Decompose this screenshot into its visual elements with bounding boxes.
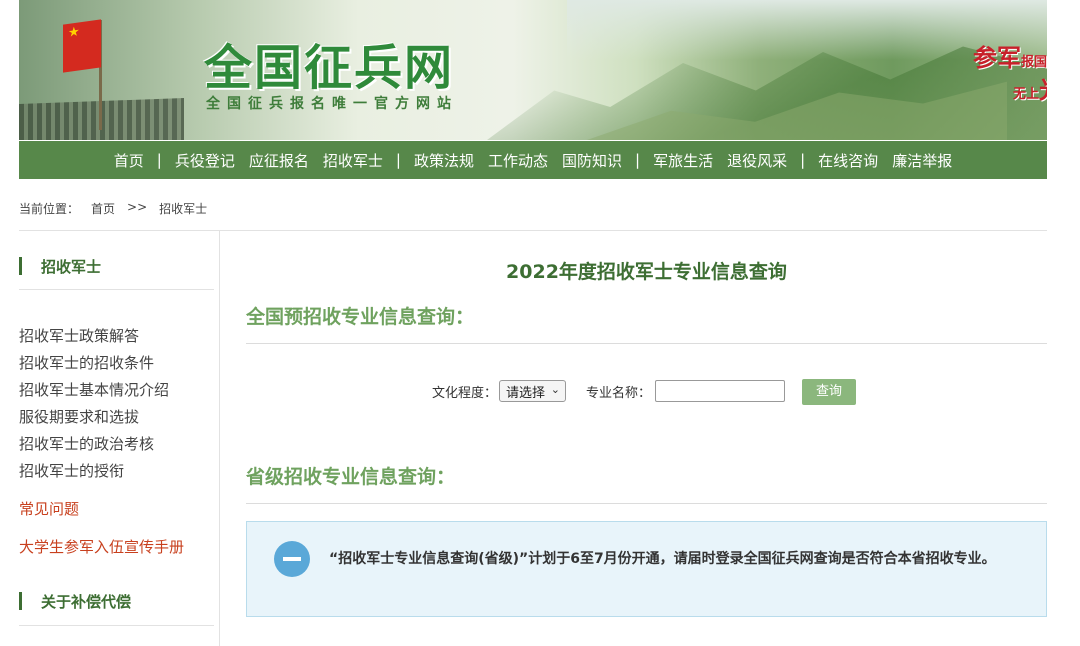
section-title-provincial: 省级招收专业信息查询： [246, 466, 456, 488]
nav-separator: | [800, 151, 806, 169]
nav-item-policy[interactable]: 政策法规 [407, 150, 481, 171]
nav-item-news[interactable]: 工作动态 [481, 150, 555, 171]
sidebar-item-policy-faq[interactable]: 招收军士政策解答 [19, 323, 169, 350]
breadcrumb-arrow: >> [127, 200, 148, 214]
nav-item-military-life[interactable]: 军旅生活 [646, 150, 720, 171]
section-title-national: 全国预招收专业信息查询： [246, 306, 475, 328]
chevron-down-icon: ⌄ [550, 383, 561, 396]
slogan-part1: 参军 [973, 43, 1021, 72]
nav-separator: | [156, 151, 162, 169]
sidebar-item-student-handbook[interactable]: 大学生参军入伍宣传手册 [19, 536, 184, 557]
sidebar-link-list: 招收军士政策解答 招收军士的招收条件 招收军士基本情况介绍 服役期要求和选拔 招… [19, 323, 169, 485]
major-label: 专业名称： [586, 385, 652, 401]
slogan-part3: 无上 [1013, 87, 1040, 102]
nav-separator: | [395, 151, 401, 169]
sidebar-item-faq[interactable]: 常见问题 [19, 498, 79, 519]
nav-item-report[interactable]: 廉洁举报 [885, 150, 959, 171]
slogan-part4: 光荣 [1039, 75, 1047, 104]
sidebar-item-intro[interactable]: 招收军士基本情况介绍 [19, 377, 169, 404]
nav-item-registration[interactable]: 兵役登记 [168, 150, 242, 171]
star-icon: ★ [68, 24, 80, 41]
main-nav: 首页 | 兵役登记 应征报名 招收军士 | 政策法规 工作动态 国防知识 | 军… [19, 141, 1047, 179]
nav-item-apply[interactable]: 应征报名 [242, 150, 316, 171]
sidebar-item-rank[interactable]: 招收军士的授衔 [19, 458, 169, 485]
sidebar: 招收军士 招收军士政策解答 招收军士的招收条件 招收军士基本情况介绍 服役期要求… [19, 231, 220, 646]
divider [246, 343, 1047, 344]
breadcrumb-current[interactable]: 招收军士 [159, 200, 207, 217]
notice-box: “招收军士专业信息查询(省级)”计划于6至7月份开通，请届时登录全国征兵网查询是… [246, 521, 1047, 617]
nav-item-consult[interactable]: 在线咨询 [811, 150, 885, 171]
slogan-part2: 报国 [1021, 55, 1047, 70]
flag-icon: ★ [63, 19, 101, 73]
education-select[interactable]: 请选择 ⌄ [499, 380, 567, 402]
breadcrumb-home[interactable]: 首页 [91, 200, 115, 217]
sidebar-item-conditions[interactable]: 招收军士的招收条件 [19, 350, 169, 377]
minus-circle-icon [274, 541, 310, 577]
sidebar-item-service-period[interactable]: 服役期要求和选拔 [19, 404, 169, 431]
nav-item-nco-recruit[interactable]: 招收军士 [316, 150, 390, 171]
site-title[interactable]: 全国征兵网 [204, 28, 454, 98]
divider [246, 503, 1047, 504]
query-button[interactable]: 查询 [802, 379, 856, 405]
major-input[interactable] [655, 380, 786, 402]
header-banner: ★ 全国征兵网 全国征兵报名唯一官方网站 参军报国 无上光荣 [19, 0, 1047, 140]
education-select-value: 请选择 [506, 385, 546, 401]
nav-item-defense-knowledge[interactable]: 国防知识 [555, 150, 629, 171]
breadcrumb-label: 当前位置： [19, 202, 80, 216]
nav-item-veterans[interactable]: 退役风采 [720, 150, 794, 171]
breadcrumb: 当前位置： 首页 >> 招收军士 [19, 200, 219, 217]
site-subtitle: 全国征兵报名唯一官方网站 [206, 96, 458, 112]
education-label: 文化程度： [432, 385, 498, 401]
nav-item-home[interactable]: 首页 [107, 150, 151, 171]
sidebar-item-political-review[interactable]: 招收军士的政治考核 [19, 431, 169, 458]
notice-text: “招收军士专业信息查询(省级)”计划于6至7月份开通，请届时登录全国征兵网查询是… [329, 551, 996, 567]
sidebar-heading-compensation[interactable]: 关于补偿代偿 [19, 591, 214, 612]
divider [19, 289, 214, 290]
sidebar-heading-nco[interactable]: 招收军士 [19, 256, 214, 277]
query-form: 文化程度： 请选择 ⌄ 专业名称： [432, 378, 786, 404]
nav-separator: | [635, 151, 641, 169]
page-title: 2022年度招收军士专业信息查询 [506, 261, 787, 283]
divider [19, 625, 214, 626]
